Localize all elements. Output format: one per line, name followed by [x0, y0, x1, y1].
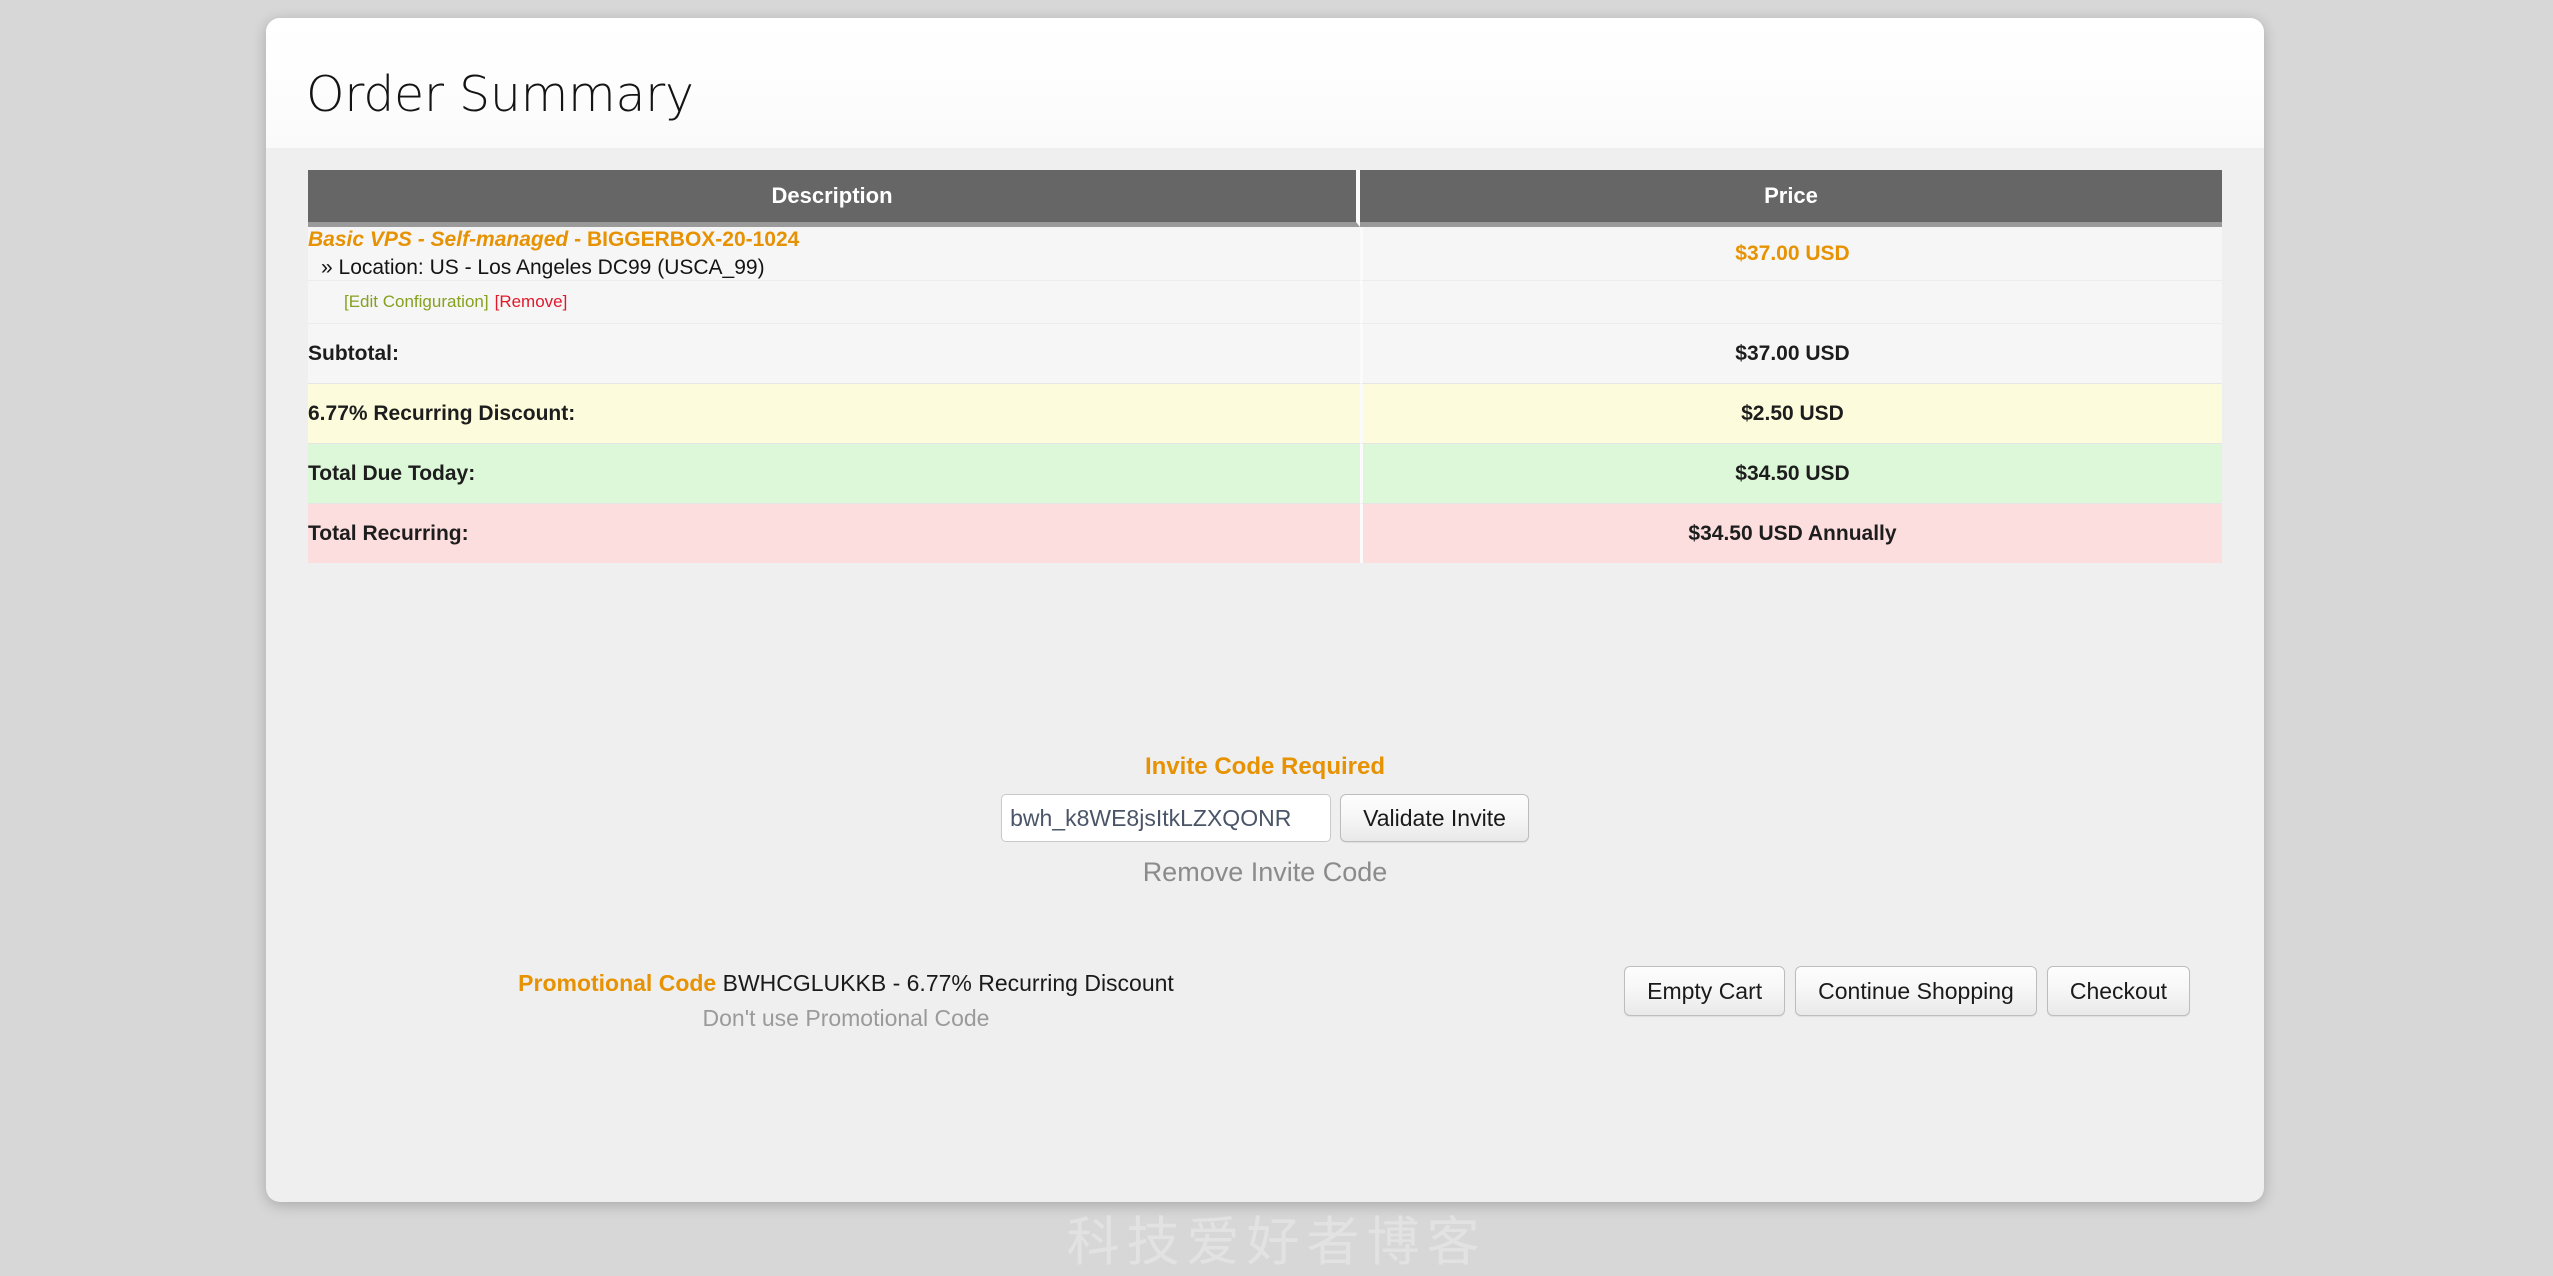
item-location: » Location: US - Los Angeles DC99 (USCA_…: [321, 255, 765, 279]
table-row-item: Basic VPS - Self-managed - BIGGERBOX-20-…: [308, 227, 2222, 282]
column-header-price: Price: [1360, 170, 2222, 227]
invite-code-section: Invite Code Required Validate Invite Rem…: [266, 753, 2264, 888]
page-title: Order Summary: [306, 66, 694, 123]
table-row-item-actions: [Edit Configuration] [Remove]: [308, 281, 2222, 325]
order-table: Description Price Basic VPS - Self-manag…: [308, 170, 2222, 564]
table-header-row: Description Price: [308, 170, 2222, 227]
discount-label: 6.77% Recurring Discount:: [308, 384, 1360, 445]
table-row-subtotal: Subtotal: $37.00 USD: [308, 324, 2222, 385]
item-price: $37.00 USD: [1360, 227, 2222, 282]
item-actions: [Edit Configuration] [Remove]: [308, 292, 1360, 312]
item-name-plan: Basic VPS - Self-managed: [308, 228, 569, 251]
order-summary-card: Order Summary Description Price Basic VP…: [266, 18, 2264, 1202]
table-row-discount: 6.77% Recurring Discount: $2.50 USD: [308, 384, 2222, 445]
validate-invite-button[interactable]: Validate Invite: [1340, 794, 1529, 842]
remove-item-link[interactable]: [Remove]: [495, 292, 568, 311]
total-due-today-value: $34.50 USD: [1360, 444, 2222, 505]
invite-code-row: Validate Invite: [266, 794, 2264, 842]
item-actions-cell: [Edit Configuration] [Remove]: [308, 281, 1360, 325]
table-row-total-due-today: Total Due Today: $34.50 USD: [308, 444, 2222, 505]
page-watermark: 科技爱好者博客: [1066, 1212, 1487, 1273]
item-description-cell: Basic VPS - Self-managed - BIGGERBOX-20-…: [308, 227, 1360, 282]
dismiss-promotional-code-link[interactable]: Don't use Promotional Code: [386, 1005, 1306, 1032]
continue-shopping-button[interactable]: Continue Shopping: [1795, 966, 2037, 1016]
item-name-code: BIGGERBOX-20-1024: [586, 228, 800, 251]
table-head: Description Price: [308, 170, 2222, 227]
item-name: Basic VPS - Self-managed - BIGGERBOX-20-…: [308, 227, 1360, 253]
cart-action-buttons: Empty Cart Continue Shopping Checkout: [1624, 966, 2190, 1016]
total-recurring-value: $34.50 USD Annually: [1360, 504, 2222, 564]
total-recurring-label: Total Recurring:: [308, 504, 1360, 564]
subtotal-label: Subtotal:: [308, 324, 1360, 385]
promotional-code-line: Promotional Code BWHCGLUKKB - 6.77% Recu…: [386, 970, 1306, 997]
item-name-separator: -: [568, 228, 587, 251]
table-row-total-recurring: Total Recurring: $34.50 USD Annually: [308, 504, 2222, 564]
checkout-button[interactable]: Checkout: [2046, 966, 2190, 1016]
edit-configuration-link[interactable]: [Edit Configuration]: [344, 292, 489, 311]
card-header: Order Summary: [266, 18, 2264, 148]
discount-value: $2.50 USD: [1360, 384, 2222, 445]
empty-cart-button[interactable]: Empty Cart: [1624, 966, 1786, 1016]
column-header-description: Description: [308, 170, 1360, 227]
promotional-code-detail: BWHCGLUKKB - 6.77% Recurring Discount: [722, 970, 1174, 996]
total-due-today-label: Total Due Today:: [308, 444, 1360, 505]
invite-code-input[interactable]: [1001, 794, 1332, 842]
invite-code-title: Invite Code Required: [1144, 753, 1386, 780]
remove-invite-code-link[interactable]: Remove Invite Code: [266, 857, 2264, 888]
table-body: Basic VPS - Self-managed - BIGGERBOX-20-…: [308, 227, 2222, 564]
promotional-code-label: Promotional Code: [518, 970, 717, 996]
item-actions-price-cell: [1360, 281, 2222, 325]
subtotal-value: $37.00 USD: [1360, 324, 2222, 385]
promotional-code-section: Promotional Code BWHCGLUKKB - 6.77% Recu…: [386, 970, 1306, 1032]
